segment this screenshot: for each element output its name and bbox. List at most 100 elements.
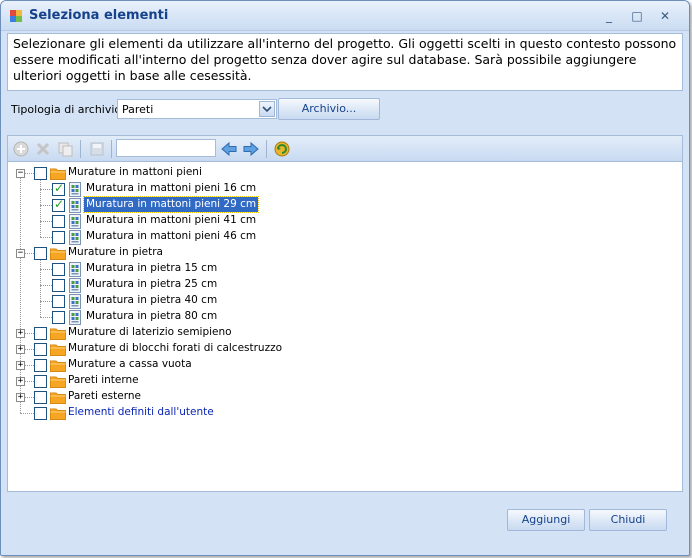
tree-line (40, 189, 52, 190)
tree-group-label[interactable]: Pareti esterne (66, 389, 143, 404)
tree-line (40, 317, 52, 318)
tree-group-label[interactable]: Murature di laterizio semipieno (66, 325, 234, 340)
item-checkbox[interactable] (52, 279, 65, 292)
tree-group[interactable]: + Murature a cassa vuota (8, 357, 678, 373)
wall-element-icon (68, 294, 82, 309)
minimize-icon[interactable]: _ (599, 7, 619, 25)
close-button[interactable]: Chiudi (589, 509, 667, 531)
folder-icon (50, 247, 66, 260)
tree-item[interactable]: Muratura in pietra 80 cm (8, 309, 678, 325)
expand-icon[interactable]: + (16, 329, 25, 338)
folder-icon (50, 327, 66, 340)
tree-group-label[interactable]: Murature a cassa vuota (66, 357, 194, 372)
group-checkbox[interactable] (34, 247, 47, 260)
folder-icon (50, 391, 66, 404)
tree-item-label[interactable]: Muratura in mattoni pieni 29 cm (82, 196, 260, 213)
tree-group-label[interactable]: Elementi definiti dall'utente (66, 405, 216, 420)
item-checkbox[interactable] (52, 295, 65, 308)
refresh-icon[interactable] (273, 140, 291, 158)
window-title: Seleziona elementi (29, 8, 169, 23)
collapse-icon[interactable]: − (16, 249, 25, 258)
footer: Aggiungi Chiudi (1, 493, 689, 555)
item-checkbox[interactable] (52, 181, 65, 196)
search-input[interactable] (116, 139, 216, 157)
tree-group[interactable]: + Pareti interne (8, 373, 678, 389)
tree-item-label[interactable]: Muratura in pietra 40 cm (84, 293, 219, 308)
archive-row: Tipologia di archivio Pareti Archivio... (7, 97, 683, 125)
expand-icon[interactable]: + (16, 377, 25, 386)
expand-icon[interactable]: + (16, 361, 25, 370)
wall-element-icon (68, 182, 82, 197)
tree-group[interactable]: Elementi definiti dall'utente (8, 405, 678, 421)
collapse-icon[interactable]: − (16, 169, 25, 178)
group-checkbox[interactable] (34, 327, 47, 340)
tree-group-label[interactable]: Pareti interne (66, 373, 141, 388)
tree-line (40, 205, 52, 206)
item-checkbox[interactable] (52, 197, 65, 212)
item-checkbox[interactable] (52, 311, 65, 324)
tree-group-label[interactable]: Murature in mattoni pieni (66, 165, 204, 180)
tree-item[interactable]: Muratura in mattoni pieni 29 cm (8, 196, 678, 213)
tree-item-label[interactable]: Muratura in pietra 25 cm (84, 277, 219, 292)
tree-item[interactable]: Muratura in pietra 25 cm (8, 277, 678, 293)
tree-item-label[interactable]: Muratura in mattoni pieni 41 cm (84, 213, 258, 228)
tree-group[interactable]: − Murature in pietra (8, 245, 678, 261)
tree-group-label[interactable]: Murature di blocchi forati di calcestruz… (66, 341, 284, 356)
close-icon[interactable]: ✕ (655, 7, 675, 25)
save-icon[interactable] (88, 140, 106, 158)
tree-item[interactable]: Muratura in pietra 40 cm (8, 293, 678, 309)
title-bar[interactable]: Seleziona elementi _ □ ✕ (1, 1, 689, 31)
group-checkbox[interactable] (34, 343, 47, 356)
tree-line (40, 269, 52, 270)
item-checkbox[interactable] (52, 215, 65, 228)
add-icon[interactable] (12, 140, 30, 158)
maximize-icon[interactable]: □ (627, 7, 647, 25)
tree-item[interactable]: Muratura in pietra 15 cm (8, 261, 678, 277)
group-checkbox[interactable] (34, 375, 47, 388)
toolbar-separator (111, 140, 112, 158)
archive-type-label: Tipologia di archivio (11, 103, 122, 116)
toolbar (7, 135, 683, 161)
archive-button[interactable]: Archivio... (278, 98, 380, 120)
expand-icon[interactable]: + (16, 345, 25, 354)
copy-icon[interactable] (56, 140, 74, 158)
tree-item-label[interactable]: Muratura in pietra 80 cm (84, 309, 219, 324)
delete-icon[interactable] (34, 140, 52, 158)
info-text: Selezionare gli elementi da utilizzare a… (7, 33, 683, 91)
folder-icon (50, 359, 66, 372)
tree-item-label[interactable]: Muratura in mattoni pieni 46 cm (84, 229, 258, 244)
tree-group[interactable]: + Murature di blocchi forati di calcestru… (8, 341, 678, 357)
group-checkbox[interactable] (34, 359, 47, 372)
tree-item-label[interactable]: Muratura in mattoni pieni 16 cm (84, 181, 258, 196)
wall-element-icon (68, 310, 82, 325)
arrow-left-icon[interactable] (220, 140, 238, 158)
group-checkbox[interactable] (34, 407, 47, 420)
tree-item[interactable]: Muratura in mattoni pieni 41 cm (8, 213, 678, 229)
group-checkbox[interactable] (34, 391, 47, 404)
app-icon (10, 10, 22, 22)
tree-group[interactable]: − Murature in mattoni pieni (8, 165, 678, 181)
archive-type-select[interactable]: Pareti (117, 99, 277, 119)
group-checkbox[interactable] (34, 167, 47, 180)
tree-item-label[interactable]: Muratura in pietra 15 cm (84, 261, 219, 276)
wall-element-icon (68, 198, 82, 213)
tree-line (40, 301, 52, 302)
expand-icon[interactable]: + (16, 393, 25, 402)
elements-tree[interactable]: −Murature in mattoni pieniMuratura in ma… (7, 161, 683, 492)
item-checkbox[interactable] (52, 231, 65, 244)
folder-icon (50, 343, 66, 356)
tree-group-label[interactable]: Murature in pietra (66, 245, 165, 260)
add-button[interactable]: Aggiungi (507, 509, 585, 531)
tree-item[interactable]: Muratura in mattoni pieni 46 cm (8, 229, 678, 245)
tree-line (40, 221, 52, 222)
arrow-right-icon[interactable] (242, 140, 260, 158)
toolbar-separator (266, 140, 267, 158)
archive-type-value: Pareti (122, 103, 154, 116)
wall-element-icon (68, 262, 82, 277)
item-checkbox[interactable] (52, 263, 65, 276)
tree-group[interactable]: + Pareti esterne (8, 389, 678, 405)
tree-group[interactable]: + Murature di laterizio semipieno (8, 325, 678, 341)
chevron-down-icon[interactable] (259, 101, 275, 117)
tree-item[interactable]: Muratura in mattoni pieni 16 cm (8, 181, 678, 197)
folder-icon (50, 167, 66, 180)
